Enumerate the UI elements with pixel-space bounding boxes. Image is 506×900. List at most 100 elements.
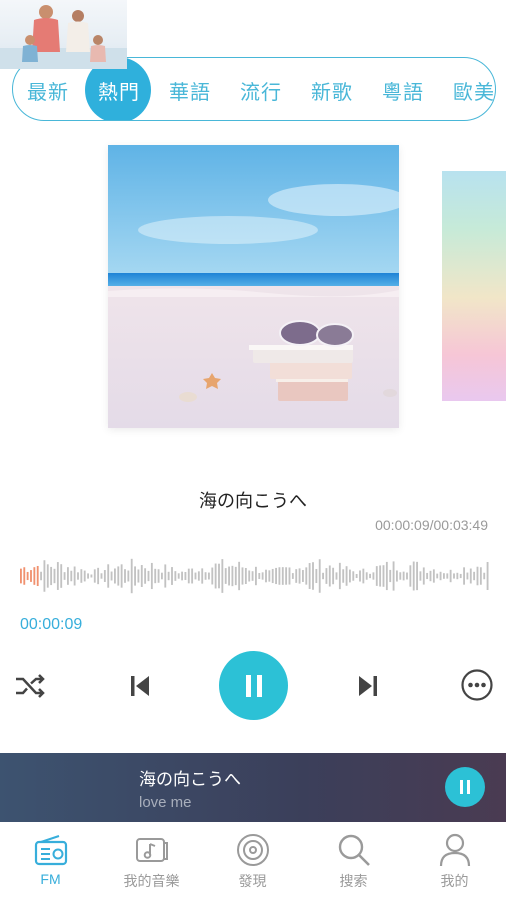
search-icon <box>338 834 370 866</box>
waveform-bar <box>208 572 210 580</box>
nav-item-fm[interactable]: FM <box>0 822 101 900</box>
waveform-bar <box>161 572 163 580</box>
waveform-bar <box>325 568 328 584</box>
tab-label: 華語 <box>169 79 211 104</box>
time-display: 00:00:09/00:03:49 <box>375 517 488 533</box>
waveform-bar <box>140 565 143 587</box>
waveform-bar <box>342 569 345 583</box>
tab-label: 粵語 <box>382 79 424 104</box>
next-button[interactable] <box>350 668 386 704</box>
waveform-bar <box>23 567 26 585</box>
waveform-bar <box>429 570 432 582</box>
waveform-bar <box>345 566 348 586</box>
waveform-bar <box>261 572 264 580</box>
mini-player-pause-button[interactable] <box>445 767 485 807</box>
waveform-bar <box>187 568 190 584</box>
waveform-bar <box>134 566 136 586</box>
waveform-bar <box>204 572 207 580</box>
nav-label: 我的音樂 <box>123 874 180 890</box>
skip-previous-icon <box>131 676 149 696</box>
waveform-bar <box>33 567 36 585</box>
mini-player-thumbnail[interactable] <box>0 0 127 69</box>
waveform-bar <box>26 571 29 581</box>
waveform-bar <box>221 559 224 593</box>
play-pause-button[interactable] <box>219 651 288 720</box>
waveform-bar <box>214 563 217 589</box>
waveform-bar <box>439 571 442 581</box>
waveform-bar <box>375 566 378 586</box>
waveform-bar <box>77 572 79 580</box>
waveform-bar <box>30 570 32 582</box>
waveform-scrubber[interactable] <box>20 552 490 600</box>
waveform-bar <box>224 568 227 584</box>
waveform-bar <box>399 572 402 580</box>
waveform-bar <box>436 573 439 579</box>
mini-player-title: 海の向こうへ <box>139 770 241 790</box>
waveform-bar <box>479 567 482 585</box>
waveform-bar <box>100 573 103 579</box>
waveform-bar <box>459 573 462 579</box>
shuffle-button[interactable] <box>12 668 48 704</box>
waveform-bar <box>80 569 83 583</box>
tab-label: 流行 <box>240 79 282 104</box>
album-art-next[interactable] <box>442 171 506 401</box>
waveform-bar <box>308 563 311 589</box>
waveform-bar <box>338 562 341 590</box>
waveform-bar <box>449 569 452 583</box>
waveform-bar <box>103 570 106 582</box>
waveform-bar <box>281 567 284 585</box>
waveform-bar <box>181 571 183 581</box>
nav-item-my-music[interactable]: 我的音樂 <box>101 822 202 900</box>
waveform-bar <box>406 572 408 580</box>
nav-item-search[interactable]: 搜索 <box>303 822 404 900</box>
waveform-bar <box>124 569 126 583</box>
waveform-bar <box>396 570 398 582</box>
waveform-bar <box>191 568 194 584</box>
waveform-bar <box>315 568 318 584</box>
waveform-bar <box>53 568 56 584</box>
waveform-bar <box>164 564 167 588</box>
waveform-bar <box>147 570 150 582</box>
waveform-bar <box>483 572 486 580</box>
waveform-bar <box>379 565 382 587</box>
waveform-bar <box>241 567 244 585</box>
waveform-bar <box>110 571 113 581</box>
tab-new-songs[interactable]: 新歌 <box>297 58 367 120</box>
waveform-bar <box>211 567 214 585</box>
tab-pop[interactable]: 流行 <box>226 58 296 120</box>
mini-player[interactable] <box>0 753 506 822</box>
waveform-bar <box>355 574 358 578</box>
waveform-bar <box>312 562 314 590</box>
waveform-bar <box>372 572 375 580</box>
waveform-bar <box>352 571 355 581</box>
waveform-bar <box>251 571 254 581</box>
waveform-bar <box>453 573 455 579</box>
album-art-current[interactable] <box>108 145 399 428</box>
waveform-bar <box>271 568 274 584</box>
waveform-bar <box>93 569 96 583</box>
waveform-bar <box>120 564 123 588</box>
waveform-bar <box>244 567 247 585</box>
waveform-bar <box>456 572 459 580</box>
waveform-bar <box>359 570 361 582</box>
more-options-button[interactable] <box>458 666 496 704</box>
waveform-bar <box>231 565 234 587</box>
tab-cantonese[interactable]: 粵語 <box>368 58 438 120</box>
waveform-bar <box>238 561 241 591</box>
waveform-bar <box>369 573 371 579</box>
nav-item-profile[interactable]: 我的 <box>404 822 505 900</box>
waveform-bar <box>150 562 153 590</box>
waveform-bar <box>36 565 39 587</box>
music-folder-icon <box>135 838 168 862</box>
nav-label: 發現 <box>238 874 267 890</box>
nav-item-discover[interactable]: 發現 <box>202 822 303 900</box>
waveform-bar <box>107 564 110 588</box>
waveform-bar <box>83 570 86 582</box>
tab-western[interactable]: 歐美 <box>439 58 495 120</box>
bottom-navigation: FM 我的音樂 發現 搜索 我的 <box>0 822 506 900</box>
previous-button[interactable] <box>122 668 158 704</box>
waveform-bar <box>432 569 435 583</box>
tab-mandarin[interactable]: 華語 <box>155 58 225 120</box>
shuffle-icon <box>16 674 45 698</box>
waveform-bar <box>285 567 288 585</box>
